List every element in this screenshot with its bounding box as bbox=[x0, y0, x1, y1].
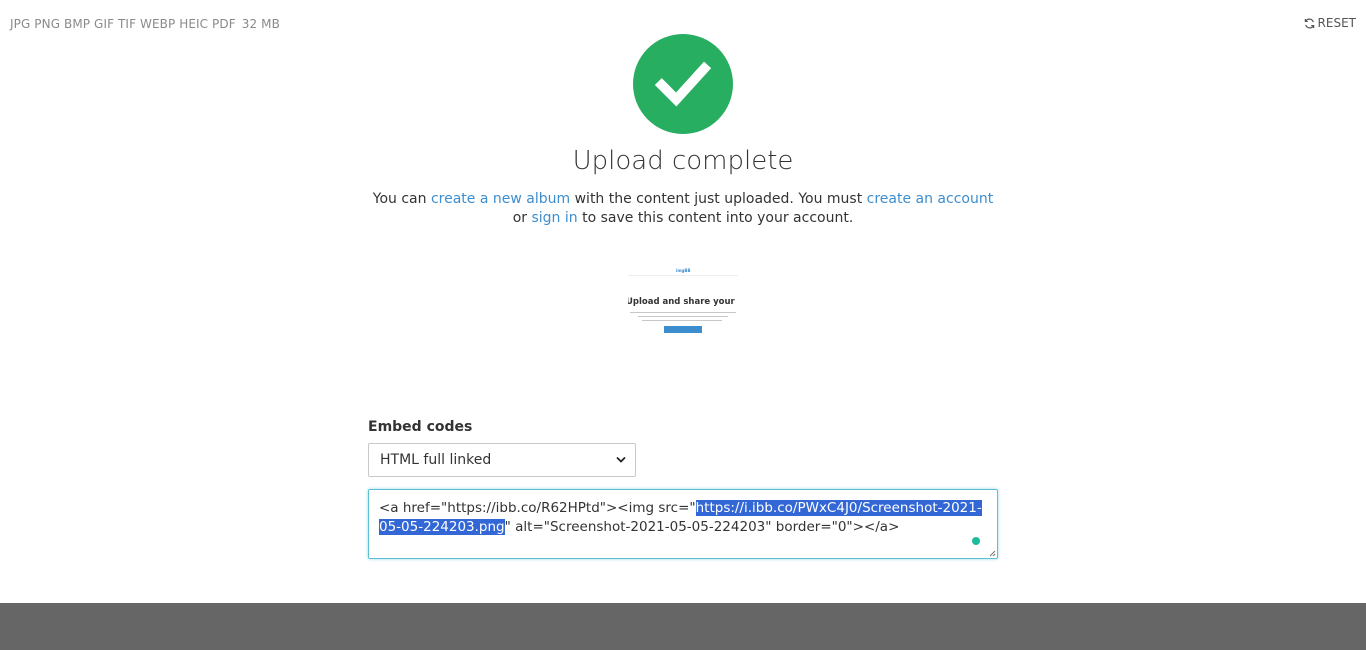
message-text-3: or bbox=[512, 210, 532, 226]
message-text-1: You can bbox=[372, 191, 431, 207]
thumbnail-logo: imgBB bbox=[676, 268, 691, 273]
chevron-down-icon bbox=[616, 456, 626, 463]
create-album-link[interactable]: create a new album bbox=[431, 191, 570, 207]
embed-code-selected: HTML full linked bbox=[380, 452, 492, 468]
embed-code-suffix: " alt="Screenshot-2021-05-05-224203" bor… bbox=[504, 519, 900, 535]
grammar-status-dot[interactable] bbox=[972, 537, 980, 545]
thumbnail-text-line bbox=[642, 320, 722, 321]
thumbnail-heading: Upload and share your images. bbox=[628, 297, 738, 307]
embed-code-textarea[interactable]: <a href="https://ibb.co/R62HPtd"><img sr… bbox=[368, 489, 998, 559]
reset-label: RESET bbox=[1317, 16, 1356, 30]
thumbnail-button bbox=[664, 326, 702, 333]
refresh-icon bbox=[1304, 18, 1314, 28]
message-text-4: to save this content into your account. bbox=[577, 210, 854, 226]
reset-button[interactable]: RESET bbox=[1304, 16, 1356, 30]
footer-bar bbox=[0, 603, 1366, 650]
check-circle-icon bbox=[633, 34, 733, 134]
create-account-link[interactable]: create an account bbox=[867, 191, 994, 207]
formats-list: JPG PNG BMP GIF TIF WEBP HEIC PDF bbox=[10, 17, 236, 31]
max-size: 32 MB bbox=[241, 17, 280, 31]
upload-message: You can create a new album with the cont… bbox=[368, 190, 998, 228]
resize-handle-icon[interactable] bbox=[988, 549, 996, 557]
embed-code-select[interactable]: HTML full linked bbox=[368, 443, 636, 477]
message-text-2: with the content just uploaded. You must bbox=[570, 191, 867, 207]
supported-formats: JPG PNG BMP GIF TIF WEBP HEIC PDF 32 MB bbox=[10, 17, 280, 31]
page-title: Upload complete bbox=[572, 146, 794, 176]
thumbnail-text-line bbox=[630, 312, 736, 313]
checkmark-icon bbox=[654, 61, 712, 107]
uploaded-image-thumbnail[interactable]: imgBB Upload and share your images. bbox=[628, 265, 738, 375]
thumbnail-text-line bbox=[638, 316, 728, 317]
embed-code-prefix: <a href="https://ibb.co/R62HPtd"><img sr… bbox=[379, 500, 696, 516]
sign-in-link[interactable]: sign in bbox=[531, 210, 577, 226]
embed-codes-label: Embed codes bbox=[368, 419, 473, 435]
